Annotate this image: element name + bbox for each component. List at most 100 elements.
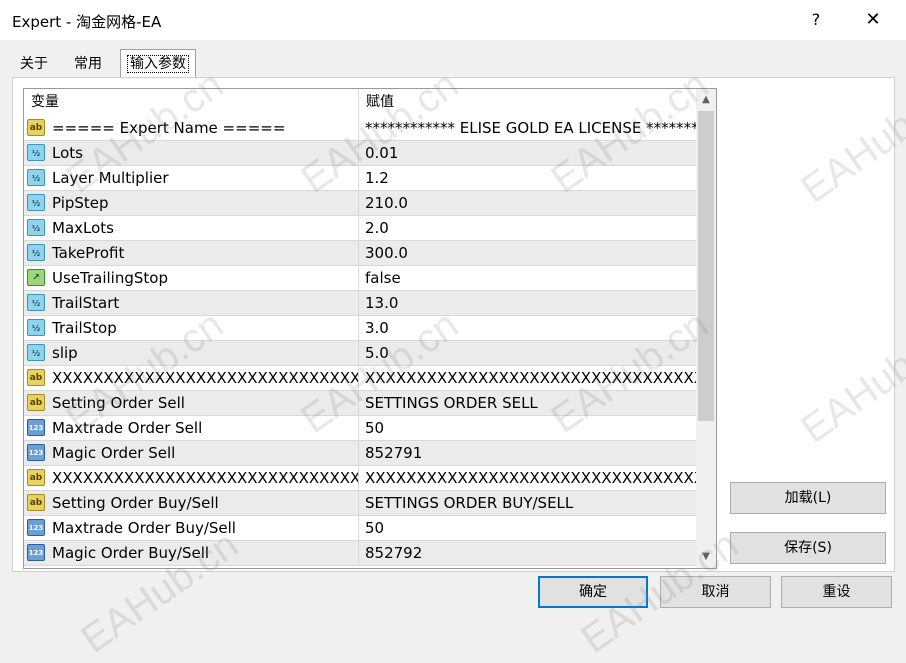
param-type-half-icon: ½ [27,244,45,261]
table-row[interactable]: ½ TrailStop 3.0 [24,316,696,341]
param-name: Maxtrade Order Buy/Sell [52,519,236,537]
table-row[interactable]: 123 Magic Order Buy/Sell 852792 [24,541,696,566]
tab-common[interactable]: 常用 [66,51,110,77]
param-name-cell[interactable]: ½ MaxLots [24,216,359,240]
param-value[interactable]: 0.01 [359,141,696,165]
param-value[interactable]: 5.0 [359,341,696,365]
param-value[interactable]: 2.0 [359,216,696,240]
param-name: TrailStop [52,319,117,337]
help-button[interactable]: ? [800,6,832,34]
grid-header: 变量 赋值 [24,89,696,116]
param-value[interactable]: 1.2 [359,166,696,190]
param-name-cell[interactable]: ab Setting Order Sell [24,391,359,415]
param-name-cell[interactable]: ½ Layer Multiplier [24,166,359,190]
save-button[interactable]: 保存(S) [730,532,886,564]
param-type-bool-icon: ↗ [27,269,45,286]
scroll-thumb[interactable] [698,111,714,421]
param-name-cell[interactable]: ½ Lots [24,141,359,165]
table-row[interactable]: 123 Maxtrade Order Buy/Sell 50 [24,516,696,541]
parameters-grid: 变量 赋值 ab ===== Expert Name ===== *********… [23,88,717,569]
param-value[interactable]: false [359,266,696,290]
grid-rows: ab ===== Expert Name ===== ************ EL… [24,116,696,566]
tab-common-label: 常用 [74,56,102,72]
param-value[interactable]: 3.0 [359,316,696,340]
param-type-half-icon: ½ [27,169,45,186]
param-name: Maxtrade Order Sell [52,419,203,437]
table-row[interactable]: ab XXXXXXXXXXXXXXXXXXXXXXXXXXXXXXX... XXXX… [24,366,696,391]
table-row[interactable]: ab XXXXXXXXXXXXXXXXXXXXXXXXXXXXXXX... XXXX… [24,466,696,491]
param-value[interactable]: SETTINGS ORDER SELL [359,391,696,415]
param-value[interactable]: 852792 [359,541,696,565]
table-row[interactable]: ½ MaxLots 2.0 [24,216,696,241]
table-row[interactable]: 123 Magic Order Sell 852791 [24,441,696,466]
param-value[interactable]: SETTINGS ORDER BUY/SELL [359,491,696,515]
param-value[interactable]: 300.0 [359,241,696,265]
param-type-ab-icon: ab [27,369,45,386]
title-bar: Expert - 淘金网格-EA ? ✕ [0,0,906,40]
cancel-button[interactable]: 取消 [660,576,771,608]
param-type-n123-icon: 123 [27,419,45,436]
param-name-cell[interactable]: 123 Maxtrade Order Buy/Sell [24,516,359,540]
param-name-cell[interactable]: ab XXXXXXXXXXXXXXXXXXXXXXXXXXXXXXX... [24,366,359,390]
param-value[interactable]: 13.0 [359,291,696,315]
param-name-cell[interactable]: 123 Magic Order Buy/Sell [24,541,359,565]
param-name: TakeProfit [52,244,125,262]
param-type-half-icon: ½ [27,219,45,236]
param-value[interactable]: XXXXXXXXXXXXXXXXXXXXXXXXXXXXXXXXXX [359,366,696,390]
table-row[interactable]: ½ PipStep 210.0 [24,191,696,216]
vertical-scrollbar[interactable]: ▲ ▼ [696,89,716,568]
table-row[interactable]: ½ TakeProfit 300.0 [24,241,696,266]
ok-button[interactable]: 确定 [538,576,648,608]
param-name: ===== Expert Name ===== [52,119,286,137]
param-name: Setting Order Buy/Sell [52,494,219,512]
param-name-cell[interactable]: ab ===== Expert Name ===== [24,116,359,140]
reset-button[interactable]: 重设 [781,576,892,608]
param-value[interactable]: ************ ELISE GOLD EA LICENSE *****… [359,116,696,140]
table-row[interactable]: ↗ UseTrailingStop false [24,266,696,291]
table-row[interactable]: ½ Lots 0.01 [24,141,696,166]
table-row[interactable]: ½ slip 5.0 [24,341,696,366]
param-type-n123-icon: 123 [27,519,45,536]
param-name-cell[interactable]: ½ slip [24,341,359,365]
param-name-cell[interactable]: ½ TrailStop [24,316,359,340]
param-value[interactable]: 210.0 [359,191,696,215]
tab-about[interactable]: 关于 [14,51,54,77]
table-row[interactable]: ½ TrailStart 13.0 [24,291,696,316]
param-type-half-icon: ½ [27,194,45,211]
param-value[interactable]: XXXXXXXXXXXXXXXXXXXXXXXXXXXXXXXXXX [359,466,696,490]
param-value[interactable]: 852791 [359,441,696,465]
param-type-ab-icon: ab [27,469,45,486]
scroll-down-arrow-icon[interactable]: ▼ [696,547,716,567]
window-title: Expert - 淘金网格-EA [12,13,162,31]
table-row[interactable]: ab Setting Order Sell SETTINGS ORDER SELL [24,391,696,416]
param-name: PipStep [52,194,109,212]
param-name: MaxLots [52,219,114,237]
header-value[interactable]: 赋值 [359,89,696,116]
table-row[interactable]: ab ===== Expert Name ===== ************ EL… [24,116,696,141]
param-type-n123-icon: 123 [27,544,45,561]
param-name-cell[interactable]: 123 Maxtrade Order Sell [24,416,359,440]
param-name-cell[interactable]: ½ TakeProfit [24,241,359,265]
table-row[interactable]: ab Setting Order Buy/Sell SETTINGS ORDER B… [24,491,696,516]
header-variable[interactable]: 变量 [24,89,359,116]
param-name-cell[interactable]: 123 Magic Order Sell [24,441,359,465]
param-name-cell[interactable]: ½ TrailStart [24,291,359,315]
close-button[interactable]: ✕ [855,6,891,34]
param-value[interactable]: 50 [359,516,696,540]
param-value[interactable]: 50 [359,416,696,440]
table-row[interactable]: ½ Layer Multiplier 1.2 [24,166,696,191]
tab-inputs[interactable]: 输入参数 [120,49,196,78]
param-name: Setting Order Sell [52,394,185,412]
param-name-cell[interactable]: ↗ UseTrailingStop [24,266,359,290]
param-name-cell[interactable]: ab Setting Order Buy/Sell [24,491,359,515]
scroll-up-arrow-icon[interactable]: ▲ [696,90,716,110]
param-type-ab-icon: ab [27,494,45,511]
load-button[interactable]: 加载(L) [730,482,886,514]
table-row[interactable]: 123 Maxtrade Order Sell 50 [24,416,696,441]
tab-about-label: 关于 [20,56,48,72]
param-name: Magic Order Buy/Sell [52,544,210,562]
param-name: XXXXXXXXXXXXXXXXXXXXXXXXXXXXXXX... [52,369,359,387]
param-name-cell[interactable]: ab XXXXXXXXXXXXXXXXXXXXXXXXXXXXXXX... [24,466,359,490]
param-type-half-icon: ½ [27,344,45,361]
param-name-cell[interactable]: ½ PipStep [24,191,359,215]
